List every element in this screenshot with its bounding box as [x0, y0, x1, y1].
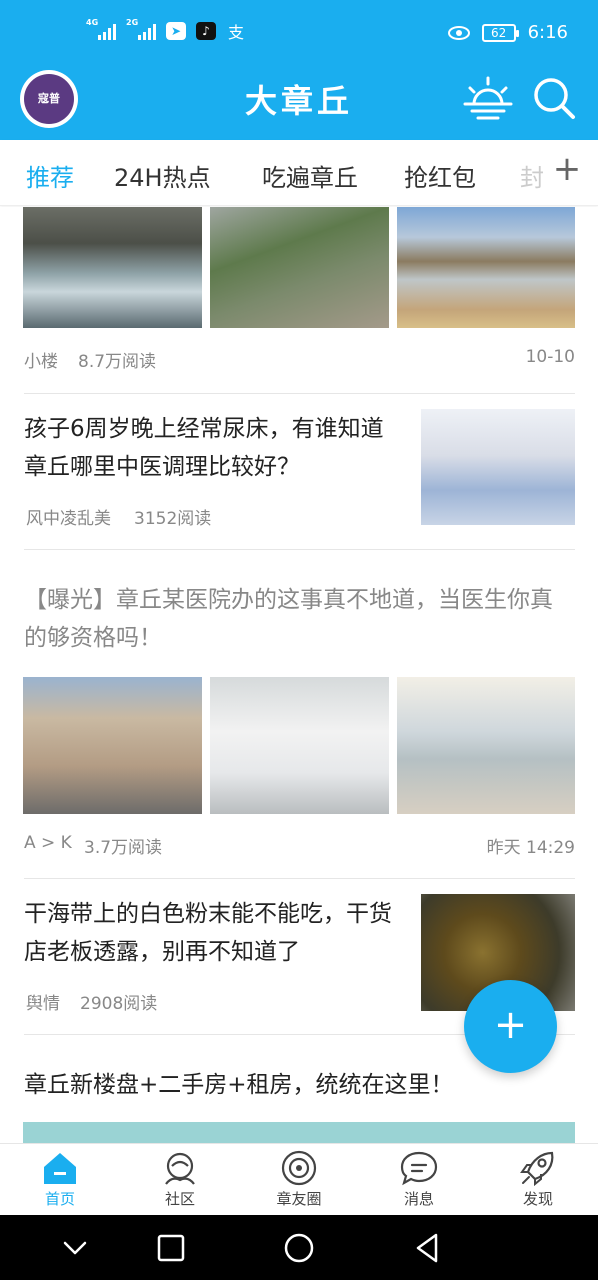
news-title[interactable]: 孩子6周岁晚上经常尿床，有谁知道章丘哪里中医调理比较好？ [24, 410, 396, 486]
news-date: 昨天 14:29 [486, 838, 575, 858]
tab-24h-hot[interactable]: 24H热点 [114, 158, 211, 193]
add-channel-button[interactable]: + [552, 152, 582, 188]
nav-discover[interactable]: 发现 [488, 1150, 588, 1214]
nav-label: 社区 [164, 1190, 195, 1208]
tab-red-packet[interactable]: 抢红包 [404, 158, 476, 193]
news-image[interactable] [210, 677, 389, 814]
nav-friend-circle[interactable]: 章友圈 [249, 1150, 349, 1214]
nav-label: 章友圈 [276, 1190, 322, 1208]
nav-home[interactable]: 首页 [10, 1150, 110, 1214]
nav-label: 消息 [403, 1190, 434, 1208]
tab-partial[interactable]: 封 [520, 158, 544, 193]
news-title[interactable]: 干海带上的白色粉末能不能吃，干货店老板透露，别再不知道了 [24, 895, 404, 971]
tab-food[interactable]: 吃遍章丘 [262, 158, 358, 193]
battery-indicator: 62 [481, 23, 519, 42]
status-bar: 4G 2G ➤ ♪ 支 62 6:16 [0, 0, 598, 66]
home-button-icon[interactable] [282, 1231, 316, 1265]
divider [24, 878, 575, 879]
channel-tabs: 推荐 24H热点 吃遍章丘 抢红包 封 + [0, 140, 598, 206]
signal-icon: 4G [86, 18, 116, 40]
news-image[interactable] [23, 207, 202, 328]
news-date: 10-10 [525, 347, 575, 367]
search-icon[interactable] [532, 76, 576, 120]
create-post-button[interactable]: + [464, 980, 557, 1073]
circle-icon [281, 1150, 317, 1186]
nav-label: 发现 [522, 1190, 553, 1208]
news-thumbnail[interactable] [421, 409, 575, 525]
signal-icon: 2G [126, 18, 156, 40]
news-author: 风中凌乱美 [26, 509, 111, 529]
news-banner-image[interactable] [23, 1122, 575, 1143]
tab-recommend[interactable]: 推荐 [26, 158, 74, 193]
sunrise-icon[interactable] [462, 72, 514, 124]
recent-apps-icon[interactable] [154, 1231, 188, 1265]
nav-label: 首页 [44, 1190, 75, 1208]
rocket-icon [520, 1151, 554, 1186]
tiktok-icon: ♪ [196, 22, 216, 40]
bottom-nav: 首页 社区 章友圈 消息 发现 [0, 1143, 598, 1215]
app-notification-icon: ➤ [166, 22, 186, 40]
news-title[interactable]: 【曝光】章丘某医院办的这事真不地道，当医生你真的够资格吗！ [24, 581, 575, 657]
community-icon [165, 1152, 195, 1185]
news-read-count: 8.7万阅读 [78, 352, 157, 372]
news-read-count: 3.7万阅读 [84, 838, 163, 858]
nav-messages[interactable]: 消息 [369, 1150, 469, 1214]
news-read-count: 2908阅读 [80, 994, 158, 1014]
news-author: 舆情 [26, 994, 60, 1014]
news-read-count: 3152阅读 [134, 509, 212, 529]
hide-keyboard-icon[interactable] [58, 1231, 92, 1265]
system-navigation-bar [0, 1215, 598, 1280]
home-icon [44, 1153, 76, 1184]
message-icon [400, 1151, 438, 1186]
alipay-icon: 支 [227, 23, 244, 42]
news-image[interactable] [397, 207, 575, 328]
news-author: 小楼 [24, 352, 58, 372]
clock: 6:16 [527, 22, 568, 43]
news-image[interactable] [397, 677, 575, 814]
app-bar: 寇普 大章丘 [0, 66, 598, 140]
top-header: 4G 2G ➤ ♪ 支 62 6:16 寇普 大章丘 [0, 0, 598, 140]
news-image[interactable] [210, 207, 389, 328]
divider [24, 549, 575, 550]
back-icon[interactable] [410, 1231, 444, 1265]
news-author: A > K [24, 833, 72, 853]
network-type-label: 2G [126, 18, 139, 27]
divider [24, 393, 575, 394]
nav-community[interactable]: 社区 [130, 1150, 230, 1214]
network-type-label: 4G [86, 18, 99, 27]
news-image[interactable] [23, 677, 202, 814]
news-title[interactable]: 章丘新楼盘+二手房+租房，统统在这里！ [24, 1066, 575, 1104]
eye-icon [447, 25, 470, 40]
